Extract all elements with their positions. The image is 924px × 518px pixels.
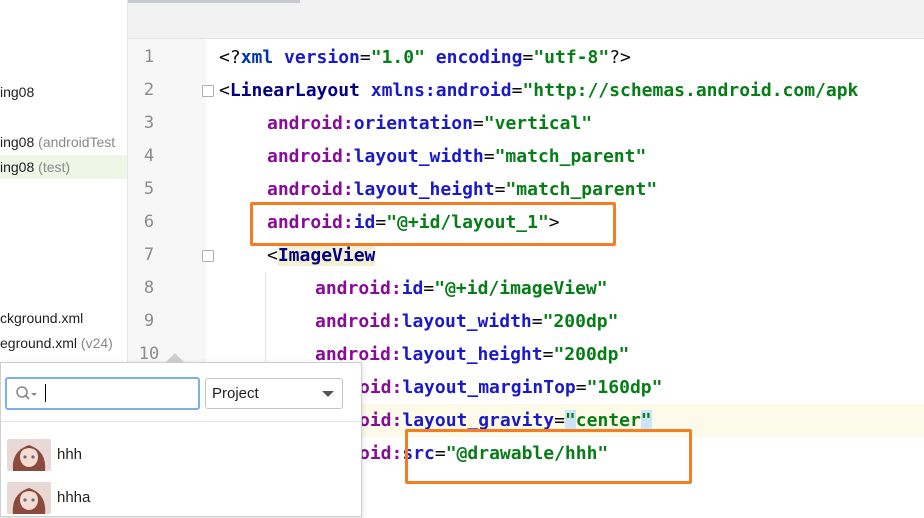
line-number: 7 [143, 245, 155, 265]
code-line-partial: . . [367, 503, 400, 515]
tree-item-foreground-xml[interactable]: eground.xml (v24) [0, 331, 127, 355]
active-tab-indicator[interactable] [128, 0, 300, 3]
resource-item-hhh[interactable]: hhh [1, 435, 361, 475]
code-line-4: android:layout_width="match_parent" [267, 146, 647, 167]
text-caret [45, 384, 46, 402]
tree-item-android-test[interactable]: ing08 (androidTest [0, 130, 127, 154]
line-number: 2 [143, 80, 155, 100]
tree-item-label: ing08 [0, 134, 35, 150]
anime-thumbnail-icon [7, 482, 51, 514]
resource-chooser-popup: Project hhh hhha [0, 362, 362, 517]
tree-item-suffix: (test) [34, 159, 71, 175]
tree-item-label: ckground.xml [0, 310, 84, 326]
resource-item-label: hhha [57, 489, 91, 506]
line-number: 8 [143, 278, 155, 298]
code-line-11: oid:layout_marginTop="160dp" [359, 377, 663, 398]
code-line-10: android:layout_height="200dp" [315, 344, 630, 365]
code-line-1: <?xml version="1.0" encoding="utf-8"?> [219, 47, 631, 68]
tree-item-suffix: (v24) [77, 335, 113, 351]
tree-item-label: ing08 [0, 159, 35, 175]
line-number: 6 [143, 212, 155, 232]
search-icon [16, 386, 37, 400]
editor-tab-strip [128, 0, 924, 39]
highlight-box-src [405, 429, 692, 484]
line-number: 3 [143, 113, 155, 133]
divider [1, 421, 361, 422]
line-number: 5 [143, 179, 155, 199]
tree-item-label: ing08 [0, 84, 35, 100]
code-line-3: android:orientation="vertical" [267, 113, 593, 134]
anime-thumbnail-icon [7, 439, 51, 471]
code-line-9: android:layout_width="200dp" [315, 311, 619, 332]
line-number: 9 [143, 311, 155, 331]
tree-item-module[interactable]: ing08 [0, 80, 127, 104]
line-number: 1 [143, 47, 155, 67]
scope-dropdown[interactable]: Project [205, 378, 343, 409]
resource-item-label: hhh [57, 446, 83, 463]
tree-item-label: eground.xml [0, 335, 78, 351]
chevron-down-icon [322, 391, 334, 397]
tree-item-test[interactable]: ing08 (test) [0, 155, 127, 179]
tree-item-background-xml[interactable]: ckground.xml [0, 306, 127, 330]
scope-selected-label: Project [212, 385, 259, 402]
code-line-8: android:id="@+id/imageView" [315, 278, 608, 299]
search-input[interactable] [5, 377, 200, 410]
tree-item-suffix: (androidTest [34, 134, 116, 150]
highlight-box-layout-id [250, 202, 616, 246]
line-number: 4 [143, 146, 155, 166]
resource-item-hhha[interactable]: hhha [1, 478, 361, 518]
code-line-2: <LinearLayout xmlns:android="http://sche… [219, 80, 859, 101]
